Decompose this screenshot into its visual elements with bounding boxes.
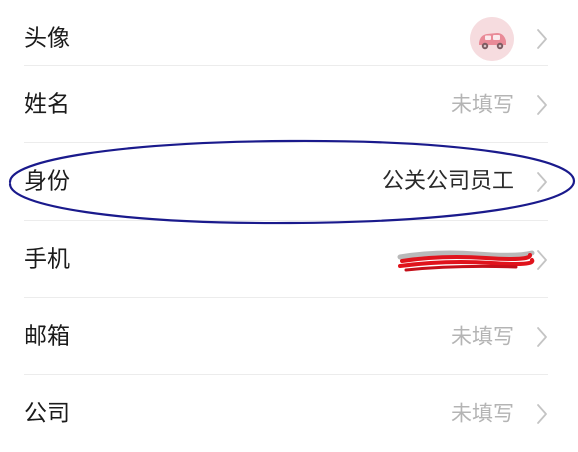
chevron-right-icon bbox=[537, 28, 547, 49]
avatar[interactable] bbox=[470, 16, 514, 61]
name-value: 未填写 bbox=[451, 92, 514, 116]
identity-row-label: 身份 bbox=[24, 168, 70, 194]
avatar-row-label: 头像 bbox=[24, 25, 70, 51]
identity-value: 公关公司员工 bbox=[381, 168, 514, 194]
chevron-right-icon bbox=[537, 94, 547, 115]
chevron-right-icon bbox=[537, 326, 547, 347]
phone-row[interactable]: 手机 bbox=[0, 221, 578, 298]
profile-settings-list: 头像 姓名 未填写 身份 公关公司员工 手机 邮箱 未填写 公司 未填写 bbox=[0, 0, 578, 436]
chevron-right-icon bbox=[537, 403, 547, 424]
name-row[interactable]: 姓名 未填写 bbox=[0, 66, 578, 143]
name-row-label: 姓名 bbox=[24, 91, 70, 117]
email-value: 未填写 bbox=[451, 324, 514, 348]
email-row-label: 邮箱 bbox=[24, 323, 70, 349]
chevron-right-icon bbox=[537, 249, 547, 270]
chevron-right-icon bbox=[537, 171, 547, 192]
company-row[interactable]: 公司 未填写 bbox=[0, 375, 578, 452]
pink-car-icon bbox=[470, 16, 514, 61]
redaction-scribble bbox=[397, 250, 535, 271]
phone-row-label: 手机 bbox=[24, 246, 70, 272]
identity-row[interactable]: 身份 公关公司员工 bbox=[0, 143, 578, 220]
email-row[interactable]: 邮箱 未填写 bbox=[0, 298, 578, 375]
company-value: 未填写 bbox=[451, 401, 514, 425]
company-row-label: 公司 bbox=[24, 400, 70, 426]
